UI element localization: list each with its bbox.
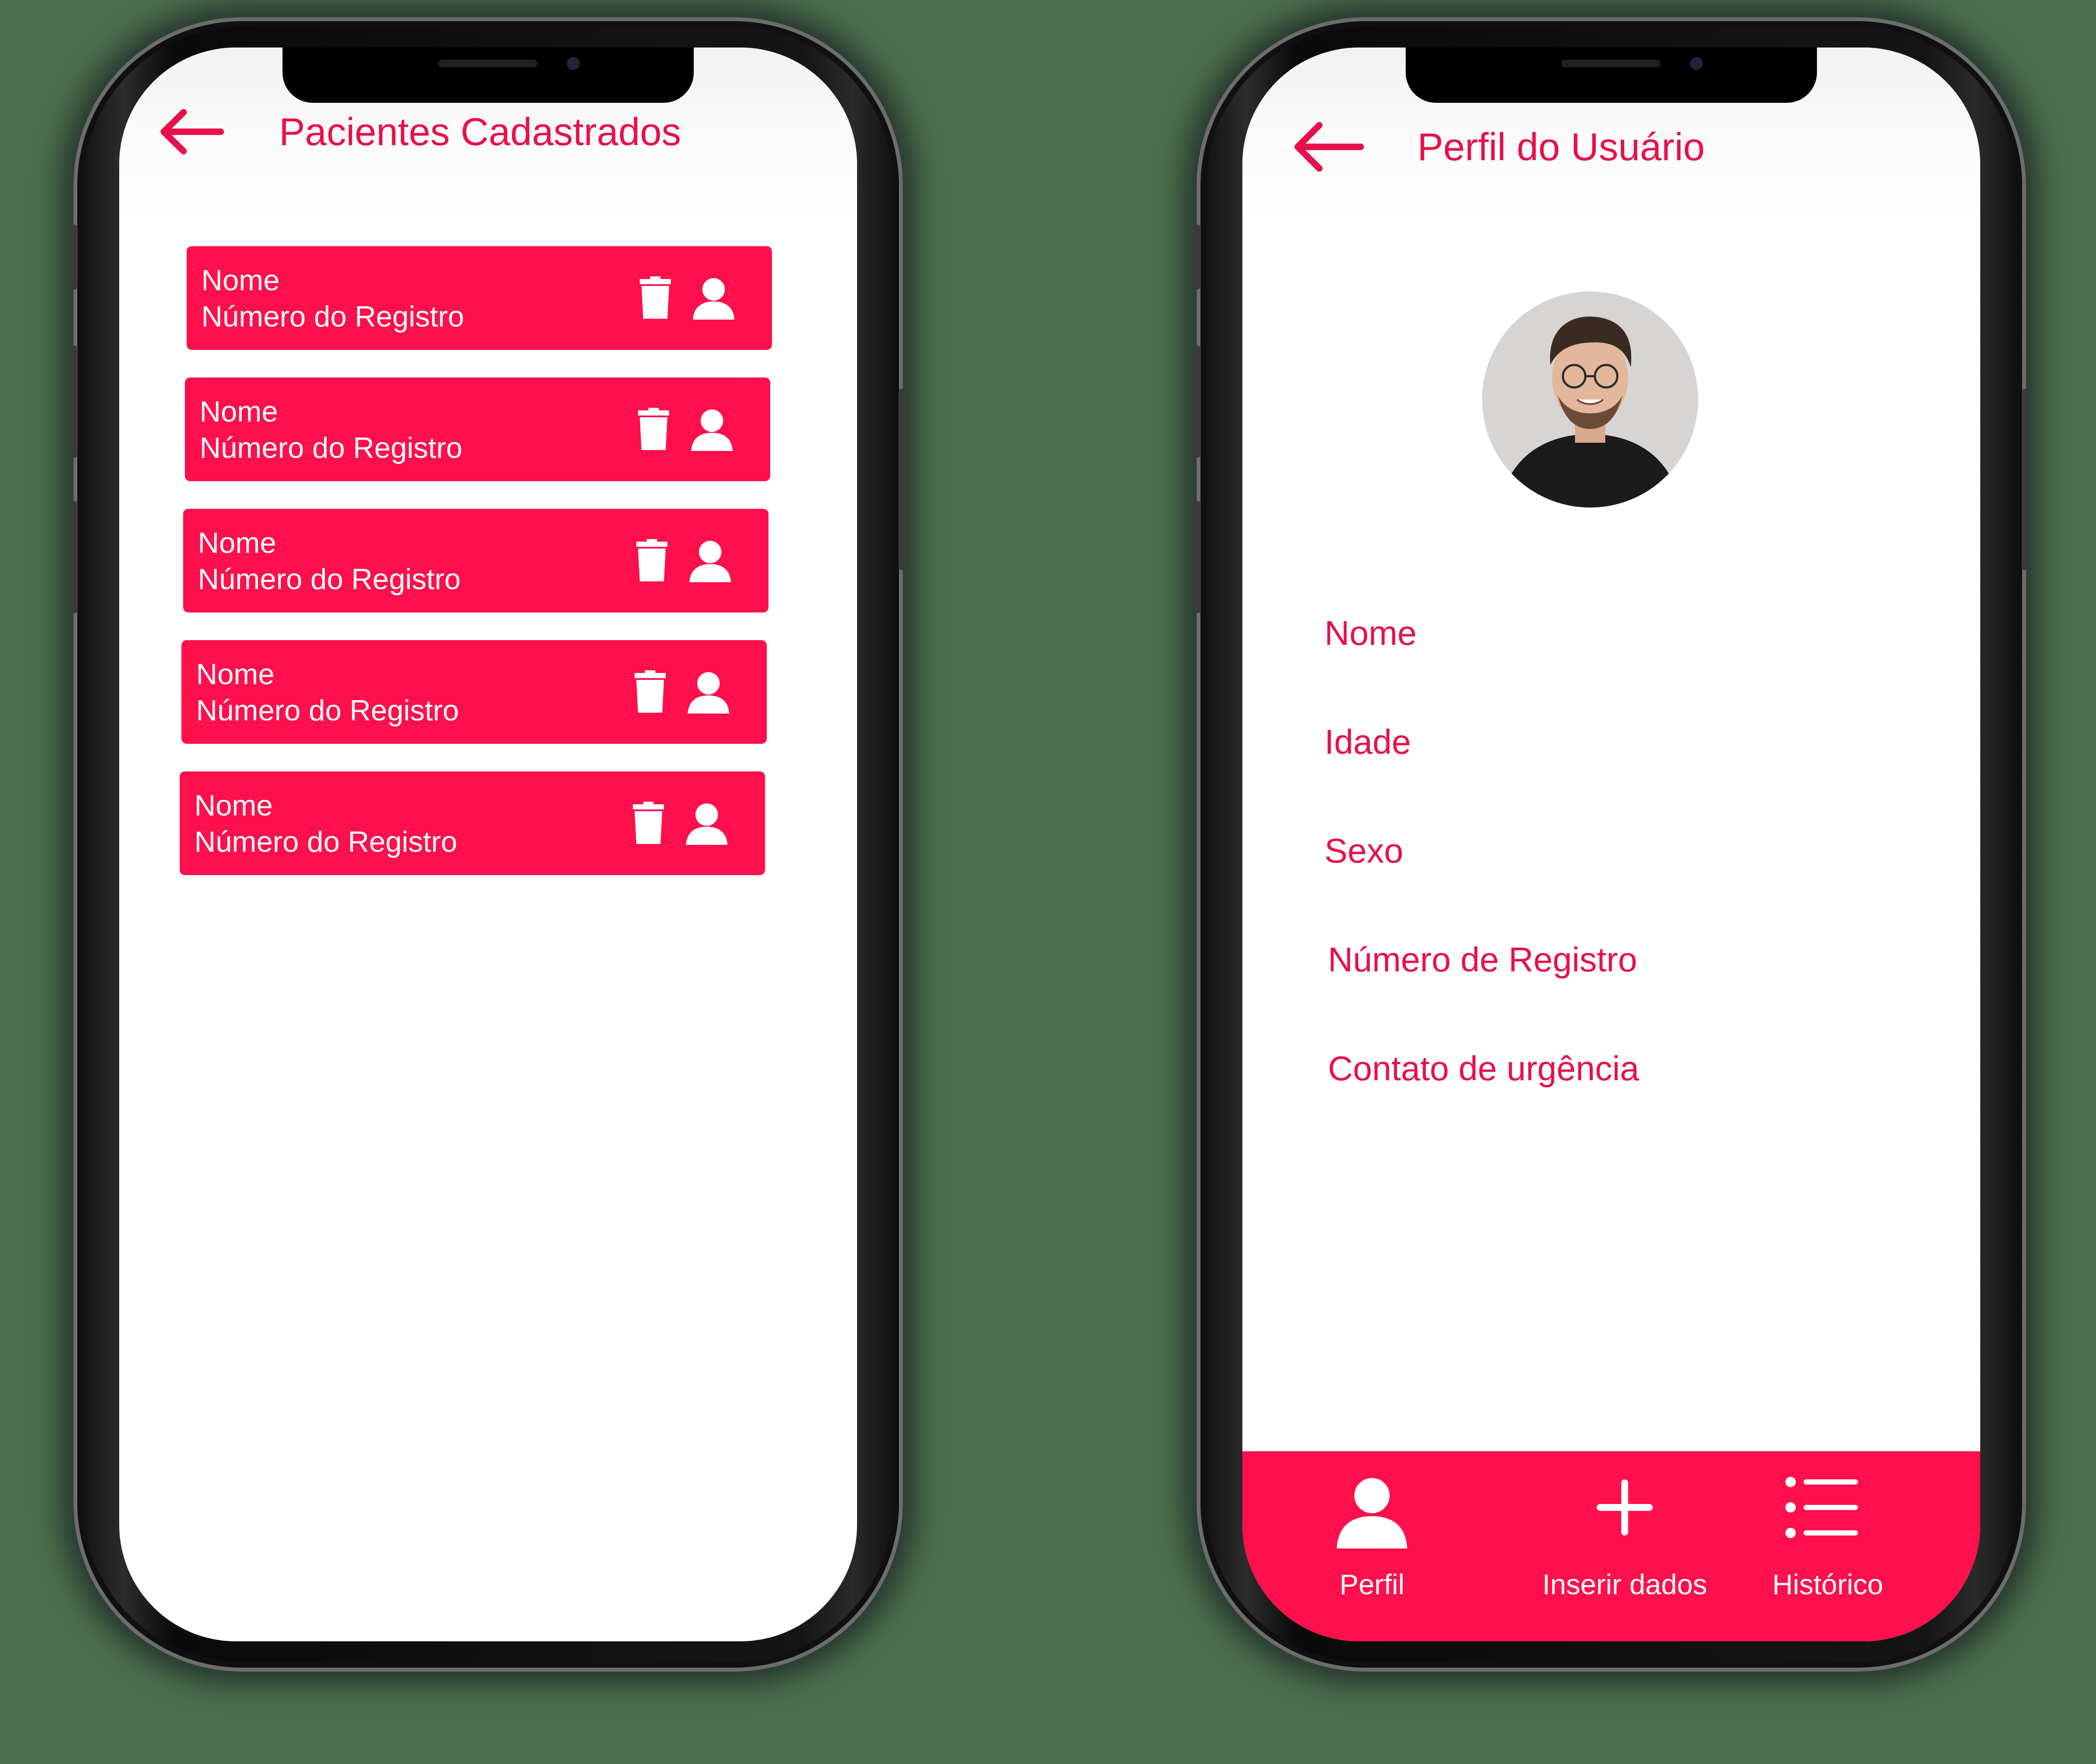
patients-list-screen: Pacientes Cadastrados Nome Número do Reg… — [119, 48, 857, 1641]
tab-inserir-dados[interactable]: Inserir dados — [1523, 1451, 1726, 1641]
page-title: Pacientes Cadastrados — [279, 111, 681, 154]
tab-historico[interactable]: Histórico — [1756, 1451, 1899, 1641]
phone-frame-left: Pacientes Cadastrados Nome Número do Reg… — [71, 17, 905, 1672]
patient-name: Nome — [196, 658, 275, 691]
volume-down-button — [1194, 501, 1201, 613]
back-button[interactable] — [157, 108, 226, 158]
user-icon — [1337, 1478, 1407, 1548]
user-icon[interactable] — [685, 802, 728, 845]
list-icon — [1785, 1477, 1858, 1538]
user-icon[interactable] — [692, 276, 735, 320]
volume-up-button — [1194, 346, 1201, 458]
patient-name: Nome — [201, 264, 280, 297]
patient-card[interactable]: Nome Número do Registro — [183, 509, 769, 612]
patient-registration: Número do Registro — [200, 431, 463, 464]
bottom-tab-bar: Perfil Inserir dados Histórico — [1242, 1451, 1980, 1641]
page-title: Perfil do Usuário — [1417, 126, 1705, 169]
power-button — [2022, 389, 2029, 570]
field-nome: Nome — [1324, 614, 1417, 652]
trash-icon[interactable] — [638, 276, 673, 320]
silent-switch — [1194, 225, 1201, 289]
tab-historico-label: Histórico — [1772, 1568, 1883, 1600]
speaker — [1561, 60, 1661, 67]
notch — [283, 48, 694, 103]
camera — [567, 57, 580, 70]
patient-registration: Número do Registro — [201, 300, 464, 333]
patient-name: Nome — [198, 527, 276, 559]
silent-switch — [71, 225, 78, 289]
plus-icon — [1597, 1479, 1653, 1536]
user-profile-screen: Perfil do Usuário Nome Idade Sexo Número… — [1242, 48, 1980, 1641]
arrow-left-icon — [1294, 122, 1364, 172]
arrow-left-icon — [160, 109, 224, 155]
patient-registration: Número do Registro — [198, 563, 461, 596]
notch — [1406, 48, 1817, 103]
patient-card[interactable]: Nome Número do Registro — [180, 771, 765, 875]
camera — [1690, 57, 1703, 70]
user-photo — [1482, 292, 1698, 508]
user-icon[interactable] — [690, 408, 734, 451]
power-button — [899, 389, 905, 570]
field-contato-de-urgencia: Contato de urgência — [1328, 1049, 1639, 1088]
back-button[interactable] — [1291, 121, 1366, 175]
trash-icon[interactable] — [635, 539, 669, 582]
patient-card[interactable]: Nome Número do Registro — [181, 640, 767, 744]
patient-registration: Número do Registro — [194, 825, 457, 858]
speaker — [438, 60, 537, 67]
user-icon[interactable] — [687, 670, 730, 714]
patient-name: Nome — [194, 789, 273, 822]
field-idade: Idade — [1324, 723, 1411, 761]
trash-icon[interactable] — [633, 670, 667, 714]
patient-registration: Número do Registro — [196, 694, 459, 727]
tab-perfil-label: Perfil — [1339, 1568, 1405, 1600]
tab-perfil[interactable]: Perfil — [1299, 1451, 1445, 1641]
field-numero-de-registro: Número de Registro — [1328, 940, 1637, 979]
volume-down-button — [71, 501, 78, 613]
trash-icon[interactable] — [631, 802, 666, 845]
patient-name: Nome — [200, 395, 278, 428]
trash-icon[interactable] — [636, 408, 671, 451]
avatar — [1482, 292, 1698, 508]
volume-up-button — [71, 346, 78, 458]
tab-inserir-dados-label: Inserir dados — [1542, 1568, 1707, 1600]
patient-card[interactable]: Nome Número do Registro — [185, 378, 770, 481]
field-sexo: Sexo — [1324, 831, 1404, 870]
phone-frame-right: Perfil do Usuário Nome Idade Sexo Número… — [1194, 17, 2029, 1672]
user-icon[interactable] — [689, 539, 732, 582]
patient-card[interactable]: Nome Número do Registro — [187, 246, 772, 350]
